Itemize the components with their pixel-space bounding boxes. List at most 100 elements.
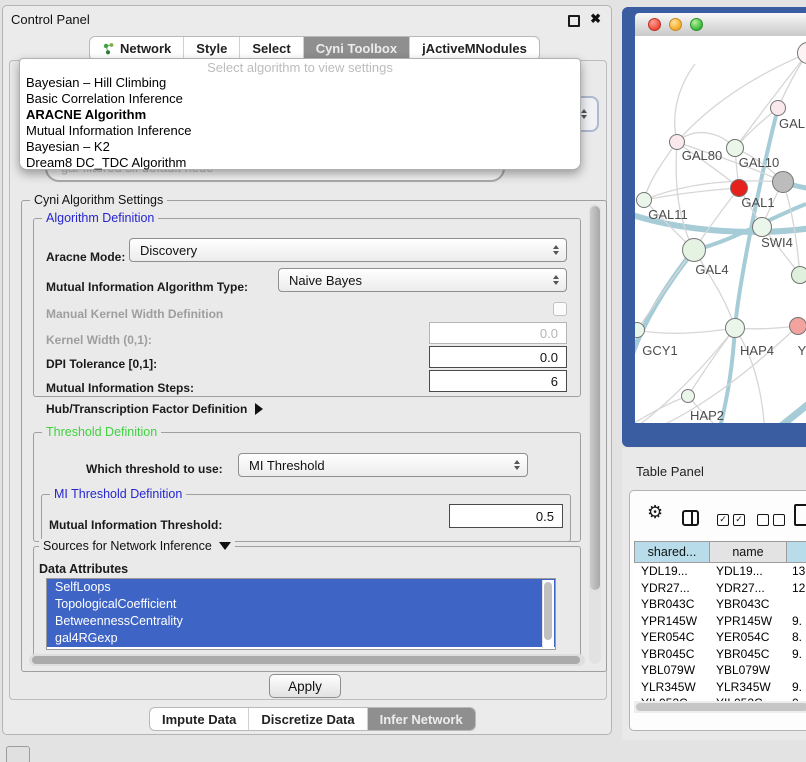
zoom-traffic-light[interactable] <box>690 18 703 31</box>
table-row[interactable]: YDR27...YDR27...12 <box>634 580 806 597</box>
table-horizontal-scrollbar[interactable] <box>634 701 806 713</box>
minimize-traffic-light[interactable] <box>669 18 682 31</box>
swi4-node[interactable] <box>752 217 772 237</box>
tab-cyni-toolbox[interactable]: Cyni Toolbox <box>304 37 410 60</box>
combo-stepper-icon <box>553 245 559 255</box>
algorithm-definition-title: Algorithm Definition <box>42 211 158 225</box>
cell-name: YLR345W <box>710 679 787 696</box>
table-row[interactable]: YDL19...YDL19...13 <box>634 563 806 580</box>
network-window-titlebar[interactable] <box>635 13 806 37</box>
algorithm-option[interactable]: Dream8 DC_TDC Algorithm <box>20 155 580 171</box>
apply-button[interactable]: Apply <box>269 674 341 698</box>
algorithm-option[interactable]: Basic Correlation Inference <box>20 91 580 107</box>
settings-vertical-scrollbar[interactable] <box>589 204 601 664</box>
cell-value: 9. <box>787 646 806 663</box>
settings-horizontal-scrollbar[interactable] <box>29 654 585 666</box>
mi-steps-field[interactable]: 6 <box>429 370 567 392</box>
tab-discretize-data[interactable]: Discretize Data <box>249 708 367 730</box>
kernel-width-field[interactable]: 0.0 <box>429 322 567 344</box>
screen: Control Panel ✖ Network Style Select Cyn… <box>0 0 806 762</box>
float-icon[interactable] <box>568 15 580 27</box>
expand-right-icon <box>255 403 263 415</box>
gal4-node[interactable] <box>682 238 706 262</box>
manual-kernel-checkbox[interactable] <box>553 302 567 316</box>
table-row[interactable]: YBR045CYBR045C9. <box>634 646 806 663</box>
gal-node[interactable] <box>770 100 786 116</box>
table-header-row: shared... name <box>634 541 806 563</box>
network-icon <box>102 42 115 55</box>
scrollbar-thumb[interactable] <box>32 656 580 664</box>
hap4-node[interactable] <box>725 318 745 338</box>
algorithm-option[interactable]: Mutual Information Inference <box>20 123 580 139</box>
table-panel-body: ⚙ ✓ ✓ shared... name YDL19...YDL19...13 … <box>629 490 806 731</box>
algorithm-prompt: Select algorithm to view settings <box>20 60 580 75</box>
tab-network-label: Network <box>120 41 171 56</box>
cell-shared: YBL079W <box>634 662 710 679</box>
dpi-tolerance-field[interactable]: 0.0 <box>429 346 567 368</box>
gear-icon[interactable]: ⚙ <box>647 502 663 523</box>
cell-value: 8. <box>787 629 806 646</box>
cell-value: 9. <box>787 679 806 696</box>
column-header-name[interactable]: name <box>710 541 787 563</box>
attribute-item-selected[interactable]: BetweennessCentrality <box>47 613 555 630</box>
algorithm-option[interactable]: Bayesian – K2 <box>20 139 580 155</box>
close-traffic-light[interactable] <box>648 18 661 31</box>
tab-network[interactable]: Network <box>90 37 184 60</box>
node-label: GCY1 <box>642 343 677 358</box>
hap2-node[interactable] <box>681 389 695 403</box>
column-view-icon[interactable] <box>682 510 699 526</box>
mi-type-combo[interactable]: Naive Bayes <box>278 268 567 292</box>
cell-shared: YBR045C <box>634 646 710 663</box>
table-panel-title: Table Panel <box>636 464 704 479</box>
tab-jactivemnodules[interactable]: jActiveMNodules <box>410 37 539 60</box>
algorithm-option-selected[interactable]: ARACNE Algorithm <box>20 107 580 123</box>
attribute-list-scrollbar[interactable] <box>542 580 554 648</box>
attribute-item-selected[interactable]: SelfLoops <box>47 579 555 596</box>
y-node[interactable] <box>789 317 806 335</box>
table-panel: Table Panel ⚙ ✓ ✓ shared... name YDL19..… <box>622 448 806 740</box>
algorithm-option[interactable]: Bayesian – Hill Climbing <box>20 75 580 91</box>
tab-impute-data[interactable]: Impute Data <box>150 708 249 730</box>
scrollbar-thumb[interactable] <box>544 582 552 640</box>
column-divider <box>691 512 693 524</box>
sources-expander[interactable]: Sources for Network Inference <box>39 539 235 553</box>
attribute-item-selected[interactable]: gal4RGexp <box>47 630 555 647</box>
mi-threshold-field[interactable]: 0.5 <box>449 504 563 528</box>
unnamed-node[interactable] <box>791 266 806 284</box>
attribute-item-selected[interactable]: TopologicalCoefficient <box>47 596 555 613</box>
data-attributes-list: SelfLoops TopologicalCoefficient Between… <box>46 578 556 650</box>
cyni-bottom-tabbar: Impute Data Discretize Data Infer Networ… <box>149 707 476 731</box>
scrollbar-thumb[interactable] <box>636 703 806 711</box>
table-row[interactable]: YPR145WYPR145W9. <box>634 613 806 630</box>
tab-style[interactable]: Style <box>184 37 240 60</box>
column-header-partial[interactable] <box>787 541 806 563</box>
tab-jactivemnodules-label: jActiveMNodules <box>422 41 527 56</box>
close-icon[interactable]: ✖ <box>590 11 601 27</box>
cell-value: 9. <box>787 613 806 630</box>
hub-definition-expander[interactable]: Hub/Transcription Factor Definition <box>46 402 263 416</box>
table-row[interactable]: YLR345WYLR345W9. <box>634 679 806 696</box>
tab-discretize-data-label: Discretize Data <box>261 712 354 727</box>
function-icon[interactable] <box>794 504 806 526</box>
collapsed-panel-icon[interactable] <box>6 746 30 762</box>
column-header-shared-name[interactable]: shared... <box>634 541 710 563</box>
network-edges <box>635 36 806 423</box>
scrollbar-thumb[interactable] <box>590 206 600 590</box>
aracne-mode-combo[interactable]: Discovery <box>129 238 567 262</box>
network-canvas[interactable]: GAL80GAL10GAL1GAL11SWI4GAL4GCY1HAP4YHAP2… <box>635 36 806 423</box>
mi-threshold-definition-title: MI Threshold Definition <box>50 487 186 501</box>
which-threshold-combo[interactable]: MI Threshold <box>238 453 528 477</box>
tab-select[interactable]: Select <box>240 37 303 60</box>
gal11-node[interactable] <box>636 192 652 208</box>
unnamed-node[interactable] <box>772 171 794 193</box>
tab-infer-network[interactable]: Infer Network <box>368 708 475 730</box>
table-row[interactable]: YBL079WYBL079W <box>634 662 806 679</box>
table-row[interactable]: YER054CYER054C8. <box>634 629 806 646</box>
cell-name: YBL079W <box>710 662 787 679</box>
unchecked-box-icon <box>773 514 785 526</box>
table-row[interactable]: YBR043CYBR043C <box>634 596 806 613</box>
deselect-all-icon[interactable] <box>757 514 785 526</box>
node-label: GAL11 <box>648 207 688 222</box>
cell-shared: YDL19... <box>634 563 710 580</box>
select-all-icon[interactable]: ✓ ✓ <box>717 514 745 526</box>
